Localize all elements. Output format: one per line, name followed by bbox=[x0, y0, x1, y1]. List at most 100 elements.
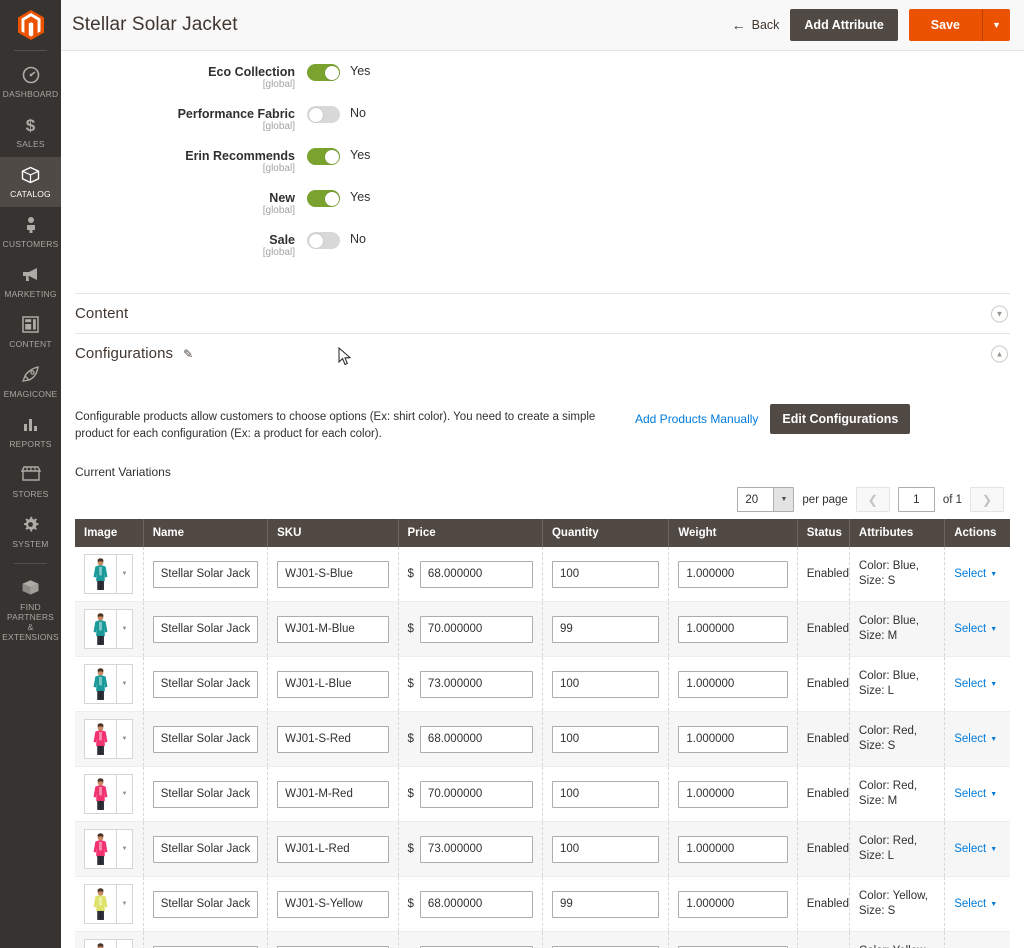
sku-input[interactable] bbox=[277, 835, 389, 863]
column-header-attributes[interactable]: Attributes bbox=[849, 519, 946, 547]
thumbnail-dropdown-caret[interactable]: ▼ bbox=[117, 554, 133, 594]
per-page-select[interactable]: 20 ▼ bbox=[737, 487, 795, 512]
price-input[interactable] bbox=[419, 560, 533, 588]
name-input[interactable] bbox=[152, 725, 259, 753]
pencil-icon[interactable]: ✎ bbox=[183, 347, 193, 361]
weight-input[interactable] bbox=[678, 560, 788, 588]
thumbnail-dropdown-caret[interactable]: ▼ bbox=[117, 829, 133, 869]
sidebar-item-find-partners-extensions[interactable]: FIND PARTNERS & EXTENSIONS bbox=[0, 570, 61, 650]
column-header-actions[interactable]: Actions bbox=[944, 519, 1010, 547]
thumbnail-dropdown-caret[interactable]: ▼ bbox=[117, 719, 133, 759]
section-header-content[interactable]: Content ▼ bbox=[75, 293, 1010, 333]
sidebar-item-marketing[interactable]: MARKETING bbox=[0, 257, 61, 307]
product-thumbnail[interactable] bbox=[84, 719, 117, 759]
sku-input[interactable] bbox=[277, 780, 389, 808]
sidebar-item-emagicone[interactable]: EMAGICONE bbox=[0, 357, 61, 407]
eco-collection-toggle[interactable] bbox=[307, 64, 340, 81]
column-header-name[interactable]: Name bbox=[143, 519, 269, 547]
price-input[interactable] bbox=[419, 780, 533, 808]
product-thumbnail[interactable] bbox=[84, 664, 117, 704]
sale-toggle[interactable] bbox=[307, 232, 340, 249]
name-input[interactable] bbox=[152, 560, 259, 588]
weight-input[interactable] bbox=[678, 615, 788, 643]
cell-actions: Select▼ bbox=[944, 931, 1010, 948]
quantity-input[interactable] bbox=[551, 780, 660, 808]
row-select-dropdown[interactable]: Select ▼ bbox=[954, 733, 997, 745]
quantity-input[interactable] bbox=[551, 670, 660, 698]
row-select-dropdown[interactable]: Select ▼ bbox=[954, 898, 997, 910]
performance-fabric-toggle[interactable] bbox=[307, 106, 340, 123]
erin-recommends-toggle[interactable] bbox=[307, 148, 340, 165]
sidebar-item-dashboard[interactable]: DASHBOARD bbox=[0, 57, 61, 107]
price-input[interactable] bbox=[419, 725, 533, 753]
quantity-input[interactable] bbox=[551, 835, 660, 863]
row-select-dropdown[interactable]: Select ▼ bbox=[954, 843, 997, 855]
magento-logo[interactable] bbox=[0, 0, 61, 50]
quantity-input[interactable] bbox=[551, 560, 660, 588]
column-header-quantity[interactable]: Quantity bbox=[542, 519, 670, 547]
weight-input[interactable] bbox=[678, 670, 788, 698]
sidebar-item-sales[interactable]: $ SALES bbox=[0, 107, 61, 157]
product-thumbnail[interactable] bbox=[84, 829, 117, 869]
column-header-price[interactable]: Price bbox=[398, 519, 543, 547]
column-header-weight[interactable]: Weight bbox=[668, 519, 798, 547]
quantity-input[interactable] bbox=[551, 725, 660, 753]
previous-page-button[interactable]: ❮ bbox=[855, 487, 890, 512]
product-thumbnail[interactable] bbox=[84, 884, 117, 924]
name-input[interactable] bbox=[152, 835, 259, 863]
product-thumbnail[interactable] bbox=[84, 609, 117, 649]
section-header-configurations[interactable]: Configurations ✎ ▲ bbox=[75, 333, 1010, 373]
thumbnail-dropdown-caret[interactable]: ▼ bbox=[117, 939, 133, 948]
thumbnail-dropdown-caret[interactable]: ▼ bbox=[117, 664, 133, 704]
sku-input[interactable] bbox=[277, 560, 389, 588]
next-page-button[interactable]: ❯ bbox=[970, 487, 1004, 512]
price-input[interactable] bbox=[419, 835, 533, 863]
back-button[interactable]: ← Back bbox=[732, 17, 780, 33]
sidebar-item-reports[interactable]: REPORTS bbox=[0, 407, 61, 457]
thumbnail-dropdown-caret[interactable]: ▼ bbox=[117, 884, 133, 924]
sku-input[interactable] bbox=[277, 725, 389, 753]
name-input[interactable] bbox=[152, 670, 259, 698]
add-attribute-button[interactable]: Add Attribute bbox=[790, 9, 898, 41]
sidebar-item-customers[interactable]: CUSTOMERS bbox=[0, 207, 61, 257]
sidebar-item-content[interactable]: CONTENT bbox=[0, 307, 61, 357]
edit-configurations-button[interactable]: Edit Configurations bbox=[770, 404, 911, 434]
thumbnail-dropdown-caret[interactable]: ▼ bbox=[117, 774, 133, 814]
row-select-dropdown[interactable]: Select ▼ bbox=[954, 678, 997, 690]
price-input[interactable] bbox=[419, 615, 533, 643]
add-products-manually-link[interactable]: Add Products Manually bbox=[635, 412, 758, 426]
quantity-input[interactable] bbox=[551, 615, 660, 643]
chevron-down-icon[interactable]: ▼ bbox=[991, 305, 1008, 322]
sku-input[interactable] bbox=[277, 615, 389, 643]
weight-input[interactable] bbox=[678, 890, 788, 918]
sidebar-item-stores[interactable]: STORES bbox=[0, 457, 61, 507]
price-input[interactable] bbox=[419, 890, 533, 918]
save-options-caret-button[interactable]: ▼ bbox=[982, 9, 1010, 41]
weight-input[interactable] bbox=[678, 725, 788, 753]
sidebar-item-system[interactable]: SYSTEM bbox=[0, 507, 61, 557]
price-input[interactable] bbox=[419, 670, 533, 698]
column-header-image[interactable]: Image bbox=[75, 519, 144, 547]
column-header-sku[interactable]: SKU bbox=[267, 519, 399, 547]
name-input[interactable] bbox=[152, 890, 259, 918]
new-toggle[interactable] bbox=[307, 190, 340, 207]
thumbnail-dropdown-caret[interactable]: ▼ bbox=[117, 609, 133, 649]
sku-input[interactable] bbox=[277, 890, 389, 918]
name-input[interactable] bbox=[152, 615, 259, 643]
product-thumbnail[interactable] bbox=[84, 774, 117, 814]
quantity-input[interactable] bbox=[551, 890, 660, 918]
page-number-input[interactable]: 1 bbox=[897, 487, 935, 512]
row-select-dropdown[interactable]: Select ▼ bbox=[954, 788, 997, 800]
product-thumbnail[interactable] bbox=[84, 939, 117, 948]
column-header-status[interactable]: Status bbox=[797, 519, 850, 547]
weight-input[interactable] bbox=[678, 780, 788, 808]
row-select-dropdown[interactable]: Select ▼ bbox=[954, 623, 997, 635]
sidebar-item-catalog[interactable]: CATALOG bbox=[0, 157, 61, 207]
chevron-up-icon[interactable]: ▲ bbox=[991, 345, 1008, 362]
weight-input[interactable] bbox=[678, 835, 788, 863]
row-select-dropdown[interactable]: Select ▼ bbox=[954, 568, 997, 580]
product-thumbnail[interactable] bbox=[84, 554, 117, 594]
sku-input[interactable] bbox=[277, 670, 389, 698]
name-input[interactable] bbox=[152, 780, 259, 808]
save-button[interactable]: Save bbox=[908, 9, 982, 41]
